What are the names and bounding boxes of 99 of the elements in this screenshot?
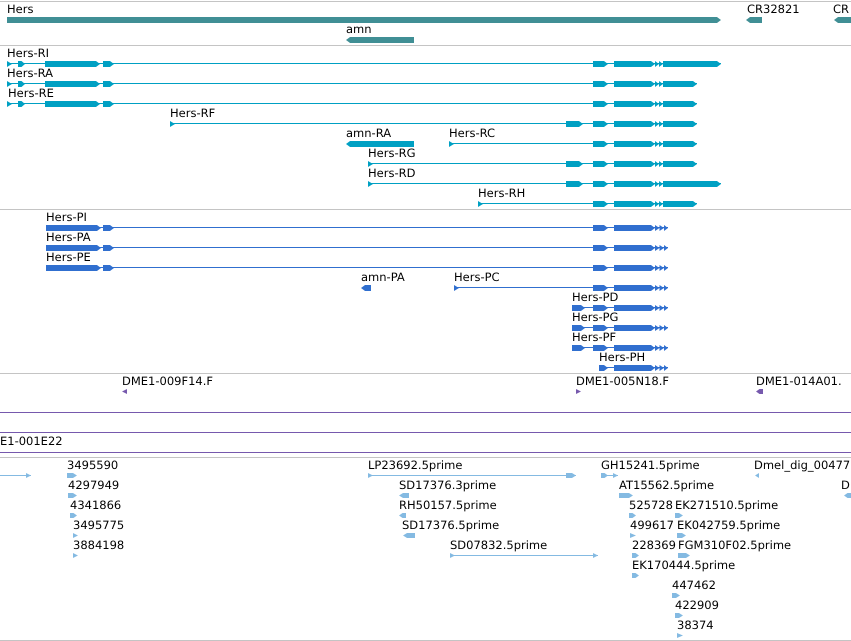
feature-label: FGM310F02.5prime xyxy=(678,539,792,551)
transcript-model[interactable] xyxy=(7,101,697,107)
est-marker-icon[interactable] xyxy=(403,533,415,538)
feature-label: 4341866 xyxy=(70,499,122,511)
feature-label: EK042759.5prime xyxy=(677,519,780,531)
est-marker-icon[interactable] xyxy=(68,493,77,498)
feature-label: SD17376.5prime xyxy=(402,519,500,531)
est-marker-icon[interactable] xyxy=(672,593,680,598)
gene-bar[interactable] xyxy=(834,17,851,23)
feature-label: Hers-RD xyxy=(368,167,416,179)
feature-label: 3495590 xyxy=(67,459,118,471)
feature-label: SD17376.3prime xyxy=(399,479,496,491)
est-marker-icon[interactable] xyxy=(629,513,636,518)
feature-label: amn-PA xyxy=(361,271,405,283)
protein-model[interactable] xyxy=(599,365,668,371)
feature-label: Hers-RC xyxy=(449,127,496,139)
protein-model[interactable] xyxy=(572,325,668,331)
feature-label: Hers-RA xyxy=(7,67,53,79)
feature-label: GH15241.5prime xyxy=(601,459,700,471)
est-marker-icon[interactable] xyxy=(630,533,636,538)
feature-label: 3884198 xyxy=(73,539,124,551)
protein-model[interactable] xyxy=(46,265,668,271)
est-model[interactable] xyxy=(450,553,598,558)
feature-label: Hers-PD xyxy=(572,291,618,303)
feature-label: 525728 xyxy=(629,499,673,511)
feature-label: AT15562.5prime xyxy=(619,479,714,491)
feature-label: 4297949 xyxy=(68,479,120,491)
est-model[interactable] xyxy=(0,473,31,478)
feature-label: Hers xyxy=(7,3,34,15)
feature-label: RH50157.5prime xyxy=(399,499,497,511)
protein-bar[interactable] xyxy=(361,285,371,291)
est-marker-icon[interactable] xyxy=(399,493,409,498)
est-marker-icon[interactable] xyxy=(677,633,683,638)
feature-label: E1-001E22 xyxy=(0,435,63,447)
transcript-bar[interactable] xyxy=(346,141,414,147)
feature-label: Hers-PF xyxy=(572,331,616,343)
feature-label: Hers-PA xyxy=(46,231,91,243)
feature-label: Hers-PC xyxy=(454,271,500,283)
feature-label: Hers-PG xyxy=(572,311,618,323)
gene-bar[interactable] xyxy=(346,37,414,43)
protein-model[interactable] xyxy=(46,225,668,231)
feature-label: Hers-RI xyxy=(7,47,49,59)
feature-label: CR32821 xyxy=(747,3,800,15)
transcript-model[interactable] xyxy=(170,121,697,127)
est-marker-icon[interactable] xyxy=(632,553,639,558)
est-marker-icon[interactable] xyxy=(399,513,406,518)
est-marker-icon[interactable] xyxy=(73,553,78,558)
gene-bar[interactable] xyxy=(746,17,762,23)
clone-marker-icon[interactable] xyxy=(576,389,581,394)
feature-label: Hers-RF xyxy=(170,107,216,119)
feature-label: 228369 xyxy=(632,539,676,551)
feature-label: DME1-005N18.F xyxy=(576,375,669,387)
feature-label: amn xyxy=(346,23,372,35)
protein-model[interactable] xyxy=(572,345,668,351)
feature-label: 3495775 xyxy=(73,519,124,531)
protein-model[interactable] xyxy=(46,245,668,251)
transcript-model[interactable] xyxy=(478,201,697,207)
est-marker-icon[interactable] xyxy=(73,533,78,538)
feature-label: 447462 xyxy=(672,579,716,591)
clone-marker-icon[interactable] xyxy=(122,389,127,394)
feature-label: 499617 xyxy=(630,519,674,531)
feature-label: 422909 xyxy=(675,599,719,611)
protein-model[interactable] xyxy=(454,285,668,291)
est-marker-icon[interactable] xyxy=(677,533,686,538)
feature-label: Hers-RH xyxy=(478,187,526,199)
transcript-model[interactable] xyxy=(449,141,697,147)
feature-label: LP23692.5prime xyxy=(368,459,462,471)
est-marker-icon[interactable] xyxy=(844,493,851,498)
feature-label: Hers-PE xyxy=(46,251,91,263)
est-marker-icon[interactable] xyxy=(619,493,633,498)
transcript-model[interactable] xyxy=(368,181,721,187)
est-marker-icon[interactable] xyxy=(67,473,77,478)
transcript-model[interactable] xyxy=(7,81,697,87)
feature-label: CR xyxy=(833,3,850,15)
est-model[interactable] xyxy=(601,473,618,478)
est-marker-icon[interactable] xyxy=(678,553,690,558)
feature-label: DME1-009F14.F xyxy=(122,375,213,387)
est-marker-icon[interactable] xyxy=(70,513,77,518)
feature-label: SD07832.5prime xyxy=(450,539,548,551)
clone-marker-icon[interactable] xyxy=(756,389,763,394)
feature-label: 38374 xyxy=(677,619,714,631)
est-marker-icon[interactable] xyxy=(675,613,683,618)
feature-label: D xyxy=(841,479,850,491)
transcript-model[interactable] xyxy=(368,161,697,167)
feature-label: Dmel_dig_00477 xyxy=(754,459,850,471)
feature-label: Hers-PI xyxy=(46,211,87,223)
transcript-model[interactable] xyxy=(7,61,721,67)
feature-label: Hers-PH xyxy=(599,351,646,363)
feature-label: DME1-014A01. xyxy=(756,375,842,387)
feature-label: EK170444.5prime xyxy=(632,559,736,571)
est-marker-icon[interactable] xyxy=(632,573,639,578)
protein-model[interactable] xyxy=(572,305,668,311)
est-marker-icon[interactable] xyxy=(675,513,683,518)
feature-label: Hers-RE xyxy=(8,87,54,99)
est-marker-icon[interactable] xyxy=(755,473,759,478)
est-model[interactable] xyxy=(368,473,576,478)
feature-label: EK271510.5prime xyxy=(675,499,778,511)
feature-label: amn-RA xyxy=(346,127,392,139)
feature-label: Hers-RG xyxy=(368,147,416,159)
